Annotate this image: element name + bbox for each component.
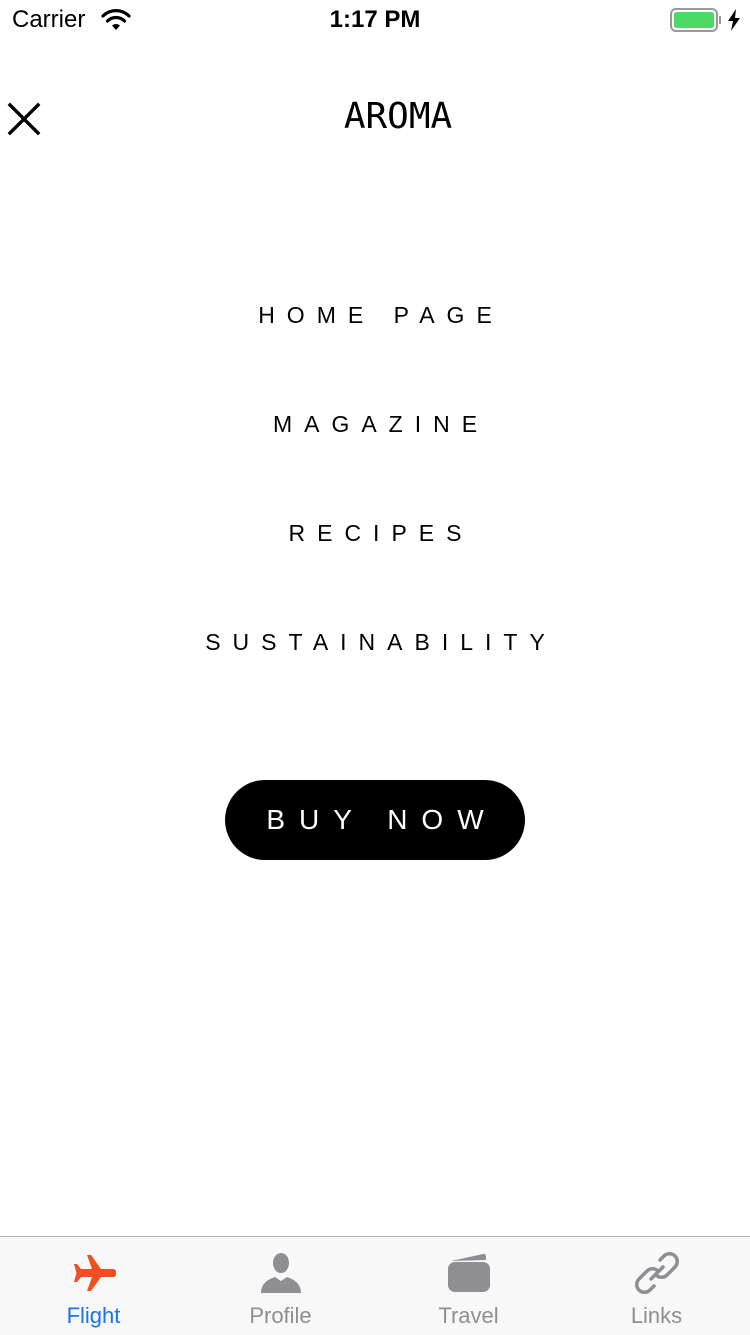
tab-flight[interactable]: Flight [0, 1237, 187, 1335]
menu-item-recipes[interactable]: RECIPES [0, 520, 750, 547]
tab-profile[interactable]: Profile [187, 1237, 374, 1335]
tab-profile-label: Profile [249, 1303, 312, 1328]
tab-flight-label: Flight [66, 1303, 121, 1328]
person-icon [260, 1253, 301, 1293]
wallet-icon [447, 1253, 490, 1292]
buy-now-button[interactable]: BUY NOW [225, 780, 525, 860]
battery-icon [670, 8, 721, 32]
tab-travel[interactable]: Travel [375, 1237, 562, 1335]
charging-bolt-icon [728, 9, 740, 31]
menu-item-home-page[interactable]: HOME PAGE [0, 302, 750, 329]
link-icon [634, 1252, 679, 1294]
tab-links[interactable]: Links [563, 1237, 750, 1335]
tab-links-label: Links [630, 1303, 683, 1328]
menu-item-sustainability[interactable]: SUSTAINABILITY [0, 629, 750, 656]
menu-item-magazine[interactable]: MAGAZINE [0, 411, 750, 438]
status-bar: Carrier 1:17 PM [0, 0, 750, 40]
status-time: 1:17 PM [329, 6, 421, 33]
tab-travel-label: Travel [438, 1303, 499, 1328]
brand-title: AROMA [343, 96, 453, 137]
airplane-icon [73, 1255, 116, 1291]
tab-bar: Flight Profile Travel Links [0, 1236, 750, 1335]
